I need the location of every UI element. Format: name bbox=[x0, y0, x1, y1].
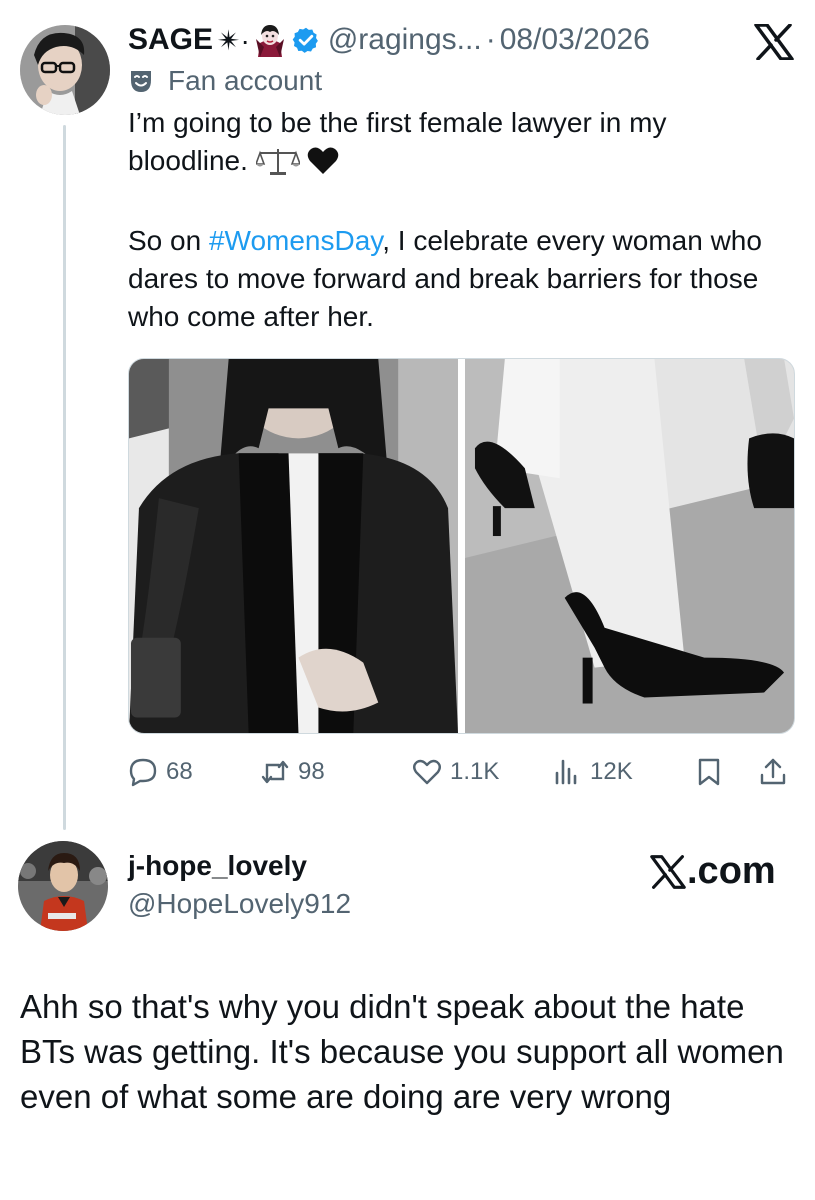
tweet-date[interactable]: 08/03/2026 bbox=[500, 23, 650, 57]
scales-icon bbox=[255, 149, 300, 175]
repost-button[interactable]: 98 bbox=[260, 752, 325, 792]
reply-avatar-image bbox=[18, 841, 108, 931]
views-button[interactable]: 12K bbox=[552, 752, 633, 792]
repost-icon bbox=[261, 760, 289, 784]
tweet-action-bar: 68 98 1.1K 12K bbox=[128, 752, 798, 792]
author-display-name[interactable]: SAGE bbox=[128, 23, 213, 57]
hashtag-link[interactable]: #WomensDay bbox=[209, 225, 382, 256]
reply-handle[interactable]: @HopeLovely912 bbox=[128, 888, 351, 920]
x-brand-icon bbox=[650, 854, 686, 889]
repost-count: 98 bbox=[298, 758, 325, 785]
reply-button[interactable]: 68 bbox=[128, 752, 193, 792]
author-avatar[interactable] bbox=[20, 25, 110, 115]
views-chart-icon bbox=[555, 759, 577, 785]
bookmark-icon bbox=[698, 758, 720, 786]
reply-display-name[interactable]: j-hope_lovely bbox=[128, 850, 307, 882]
fan-account-text: Fan account bbox=[168, 65, 323, 96]
x-logo-icon[interactable] bbox=[754, 24, 794, 60]
media-photo-2[interactable] bbox=[465, 359, 794, 733]
heart-icon bbox=[413, 759, 441, 785]
share-button[interactable] bbox=[758, 752, 788, 792]
tweet-media-grid bbox=[128, 358, 795, 734]
photo-black-heels bbox=[465, 359, 794, 733]
like-count: 1.1K bbox=[450, 758, 500, 785]
author-handle[interactable]: @ragings... bbox=[328, 23, 482, 57]
vampire-emoji-icon bbox=[255, 25, 284, 57]
photo-blazer-scarf bbox=[129, 359, 458, 733]
header-separator: · bbox=[485, 23, 496, 56]
author-avatar-image bbox=[20, 25, 110, 115]
tweet-text-paragraph-1: I’m going to be the first female lawyer … bbox=[128, 104, 788, 180]
theater-mask-icon bbox=[131, 71, 151, 92]
media-photo-1[interactable] bbox=[129, 359, 458, 733]
reply-icon bbox=[129, 758, 157, 787]
fan-account-label: Fan account bbox=[128, 64, 322, 98]
reply-text: Ahh so that's why you didn't speak about… bbox=[20, 988, 784, 1115]
tweet-text: I’m going to be the first female lawyer … bbox=[128, 104, 788, 336]
reply-count: 68 bbox=[166, 758, 193, 785]
tweet-header: SAGE ✴· @ragings... · 08/03/2026 bbox=[128, 22, 808, 58]
x-com-watermark: .com bbox=[650, 850, 776, 893]
reply-author-avatar[interactable] bbox=[18, 841, 108, 931]
name-decoration: ✴· bbox=[217, 24, 250, 56]
tweet-text-line-1: I’m going to be the first female lawyer … bbox=[128, 107, 667, 176]
tweet-text-pre-hashtag: So on bbox=[128, 225, 209, 256]
x-com-text: .com bbox=[687, 850, 776, 892]
tweet-text-paragraph-2: So on #WomensDay, I celebrate every woma… bbox=[128, 222, 788, 336]
share-icon bbox=[760, 758, 786, 785]
verified-badge-icon bbox=[292, 27, 318, 53]
thread-connector-line bbox=[63, 125, 66, 830]
black-heart-icon bbox=[308, 147, 339, 174]
like-button[interactable]: 1.1K bbox=[412, 752, 499, 792]
bookmark-button[interactable] bbox=[694, 752, 724, 792]
view-count: 12K bbox=[590, 758, 633, 785]
